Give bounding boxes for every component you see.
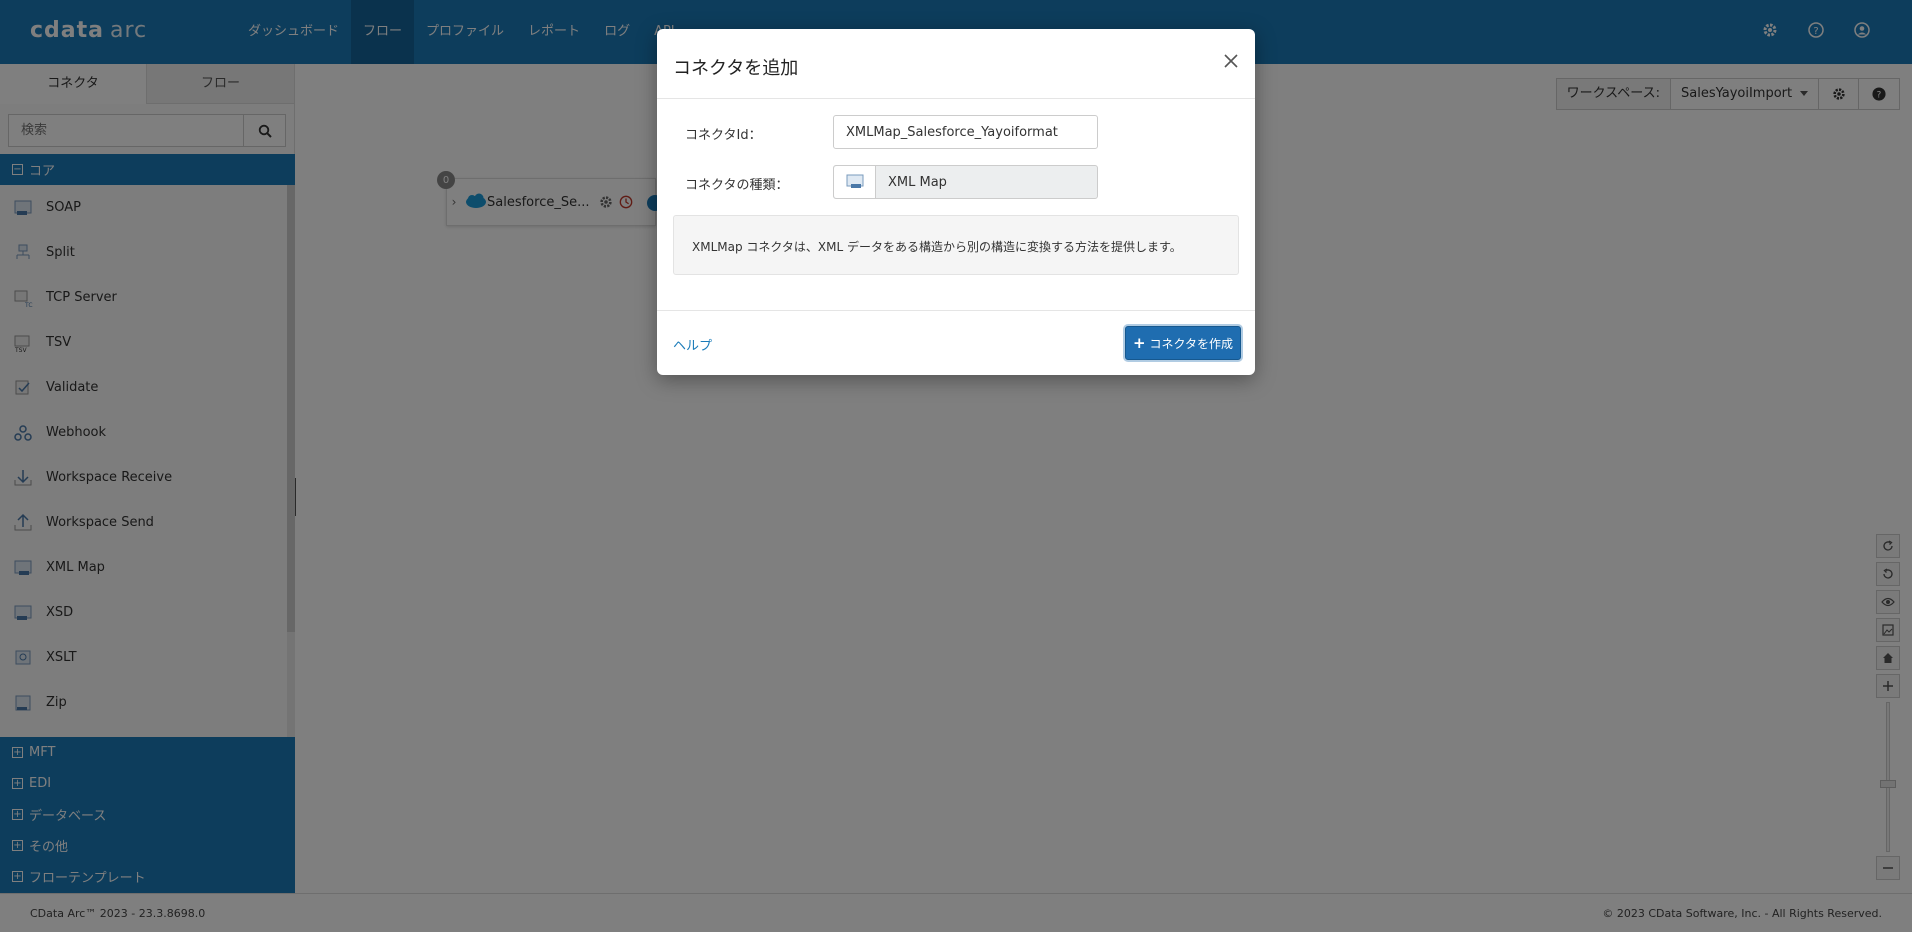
help-link[interactable]: ヘルプ [673,335,712,354]
connector-id-input[interactable] [833,115,1098,149]
connector-type-label: コネクタの種類： [685,178,789,193]
connector-description: XMLMap コネクタは、XML データをある構造から別の構造に変換する方法を提… [673,215,1239,275]
connector-type-value: XML Map [888,174,947,190]
dialog-header: コネクタを追加 [657,29,1255,99]
plus-icon: + [1132,334,1146,352]
dialog-title: コネクタを追加 [673,58,799,79]
connector-type-field: XML Map [833,165,1098,199]
connector-type-row: コネクタの種類： XML Map [657,165,1255,199]
add-connector-dialog: コネクタを追加 コネクタId： コネクタの種類： XML Map XMLMap … [657,29,1255,375]
create-connector-label: コネクタを作成 [1149,336,1234,351]
create-connector-button[interactable]: + コネクタを作成 [1125,326,1241,360]
connector-id-label: コネクタId： [685,128,762,143]
xml-map-icon [834,166,876,198]
connector-id-row: コネクタId： [657,115,1255,149]
dialog-footer: ヘルプ + コネクタを作成 [657,310,1255,375]
close-icon[interactable] [1221,51,1241,71]
